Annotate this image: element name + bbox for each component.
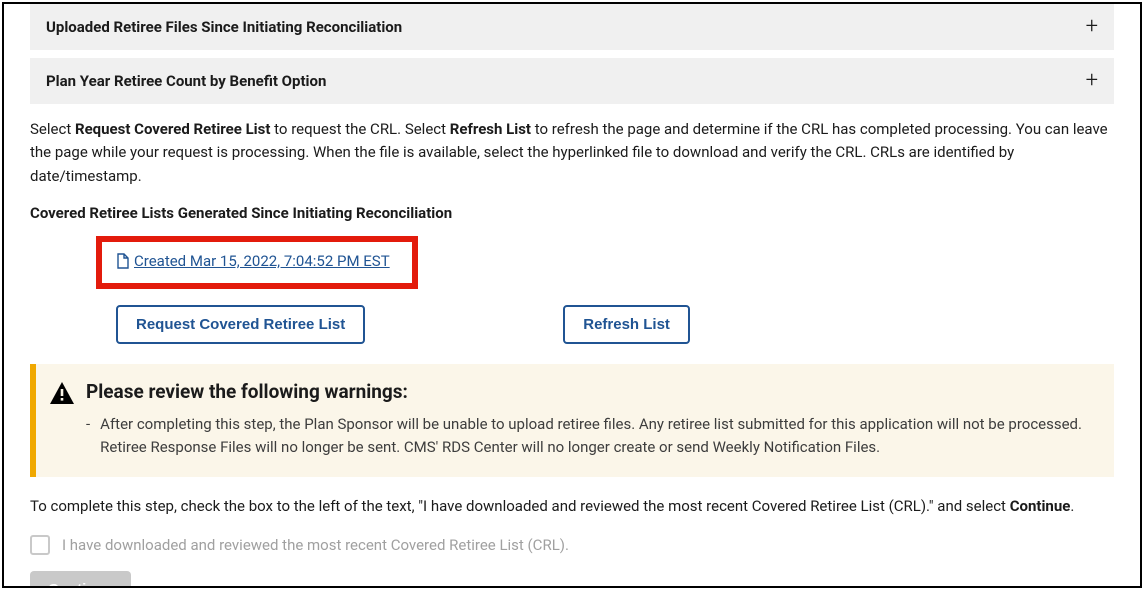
page-frame: Uploaded Retiree Files Since Initiating … (2, 2, 1142, 588)
highlight-box: Created Mar 15, 2022, 7:04:52 PM EST (96, 236, 418, 289)
warning-alert: Please review the following warnings: - … (30, 364, 1114, 478)
continue-button[interactable]: Continue (30, 571, 131, 589)
button-row: Request Covered Retiree List Refresh Lis… (116, 305, 1114, 344)
page-content: Uploaded Retiree Files Since Initiating … (4, 4, 1140, 588)
alert-title: Please review the following warnings: (86, 380, 1094, 403)
plus-icon: + (1086, 70, 1098, 92)
complete-instruction: To complete this step, check the box to … (30, 495, 1114, 518)
section-title: Covered Retiree Lists Generated Since In… (30, 204, 1114, 222)
text: . (1070, 497, 1074, 515)
confirmation-row: I have downloaded and reviewed the most … (30, 535, 1114, 555)
generated-crl-link[interactable]: Created Mar 15, 2022, 7:04:52 PM EST (116, 252, 390, 270)
plus-icon: + (1086, 16, 1098, 38)
alert-body: Please review the following warnings: - … (86, 380, 1094, 460)
instruction-text: Select Request Covered Retiree List to r… (30, 118, 1114, 188)
accordion-title: Plan Year Retiree Count by Benefit Optio… (46, 72, 326, 90)
alert-item-text: After completing this step, the Plan Spo… (100, 413, 1094, 460)
file-icon (116, 253, 130, 269)
accordion-uploaded-retiree-files[interactable]: Uploaded Retiree Files Since Initiating … (30, 4, 1114, 50)
text: to request the CRL. Select (270, 120, 449, 138)
text-bold: Request Covered Retiree List (75, 120, 270, 138)
text: Select (30, 120, 75, 138)
warning-icon (50, 390, 74, 408)
refresh-list-button[interactable]: Refresh List (563, 305, 690, 344)
confirmation-label: I have downloaded and reviewed the most … (62, 536, 569, 554)
text: To complete this step, check the box to … (30, 497, 1010, 515)
text-bold: Continue (1010, 497, 1071, 515)
confirmation-checkbox[interactable] (30, 535, 50, 555)
accordion-plan-year-retiree-count[interactable]: Plan Year Retiree Count by Benefit Optio… (30, 58, 1114, 104)
request-covered-retiree-list-button[interactable]: Request Covered Retiree List (116, 305, 365, 344)
file-link-label: Created Mar 15, 2022, 7:04:52 PM EST (134, 252, 390, 270)
dash: - (86, 413, 90, 460)
text-bold: Refresh List (450, 120, 531, 138)
alert-item: - After completing this step, the Plan S… (86, 413, 1094, 460)
alert-icon-wrap (50, 380, 86, 460)
accordion-title: Uploaded Retiree Files Since Initiating … (46, 18, 402, 36)
